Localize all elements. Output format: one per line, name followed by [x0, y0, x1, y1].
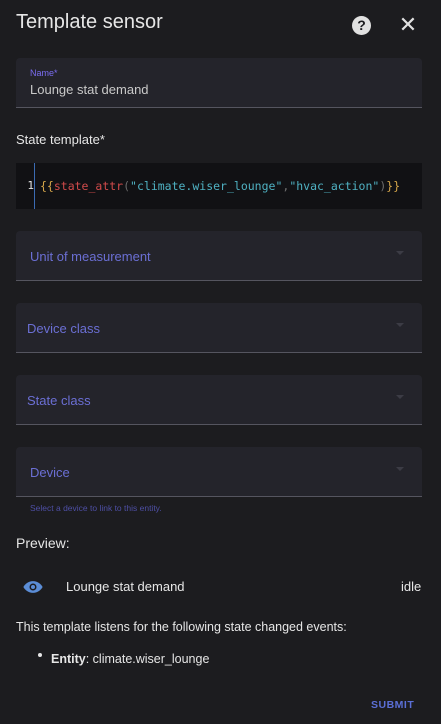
listens-text: This template listens for the following … — [16, 620, 347, 634]
chevron-down-icon — [396, 467, 404, 471]
code-open-brace: {{ — [40, 179, 54, 193]
editor-cursor — [34, 163, 35, 209]
dialog-header: Template sensor ? ✕ — [0, 0, 441, 50]
code-close-brace: }} — [386, 179, 401, 193]
device-select[interactable]: Device — [16, 447, 422, 497]
code-function: state_attr — [53, 179, 124, 193]
code-paren-open: ( — [123, 179, 131, 193]
preview-label: Preview: — [16, 535, 70, 551]
event-value: : climate.wiser_lounge — [85, 652, 210, 666]
chevron-down-icon — [396, 323, 404, 327]
name-field-value[interactable]: Lounge stat demand — [30, 82, 149, 97]
state-class-select[interactable]: State class — [16, 375, 422, 425]
dialog-title: Template sensor — [16, 11, 163, 33]
name-field[interactable]: Name* Lounge stat demand — [16, 58, 422, 108]
device-class-select[interactable]: Device class — [16, 303, 422, 353]
template-code[interactable]: {{state_attr("climate.wiser_lounge","hva… — [40, 179, 400, 193]
listened-entity-item: Entity: climate.wiser_lounge — [51, 652, 209, 666]
code-arg-attribute: "hvac_action" — [289, 179, 380, 193]
close-icon[interactable]: ✕ — [398, 14, 418, 36]
state-class-label: State class — [27, 393, 91, 408]
chevron-down-icon — [396, 251, 404, 255]
help-icon[interactable]: ? — [352, 16, 371, 35]
event-type: Entity — [51, 652, 86, 666]
chevron-down-icon — [396, 395, 404, 399]
eye-icon — [23, 581, 43, 593]
code-arg-entity: "climate.wiser_lounge" — [130, 179, 283, 193]
name-field-label: Name* — [30, 68, 58, 78]
unit-of-measurement-label: Unit of measurement — [30, 249, 151, 264]
state-template-label: State template* — [16, 132, 105, 147]
preview-entity-state: idle — [401, 579, 422, 594]
unit-of-measurement-select[interactable]: Unit of measurement — [16, 231, 422, 281]
line-number: 1 — [27, 179, 34, 192]
preview-entity-name[interactable]: Lounge stat demand — [66, 579, 185, 594]
submit-button[interactable]: SUBMIT — [371, 699, 414, 711]
template-sensor-dialog: Template sensor ? ✕ Name* Lounge stat de… — [0, 0, 441, 724]
state-template-editor[interactable]: 1 {{state_attr("climate.wiser_lounge","h… — [16, 163, 422, 209]
list-bullet — [38, 653, 42, 657]
device-helper-text: Select a device to link to this entity. — [30, 503, 162, 513]
device-class-label: Device class — [27, 321, 100, 336]
device-label: Device — [30, 465, 70, 480]
